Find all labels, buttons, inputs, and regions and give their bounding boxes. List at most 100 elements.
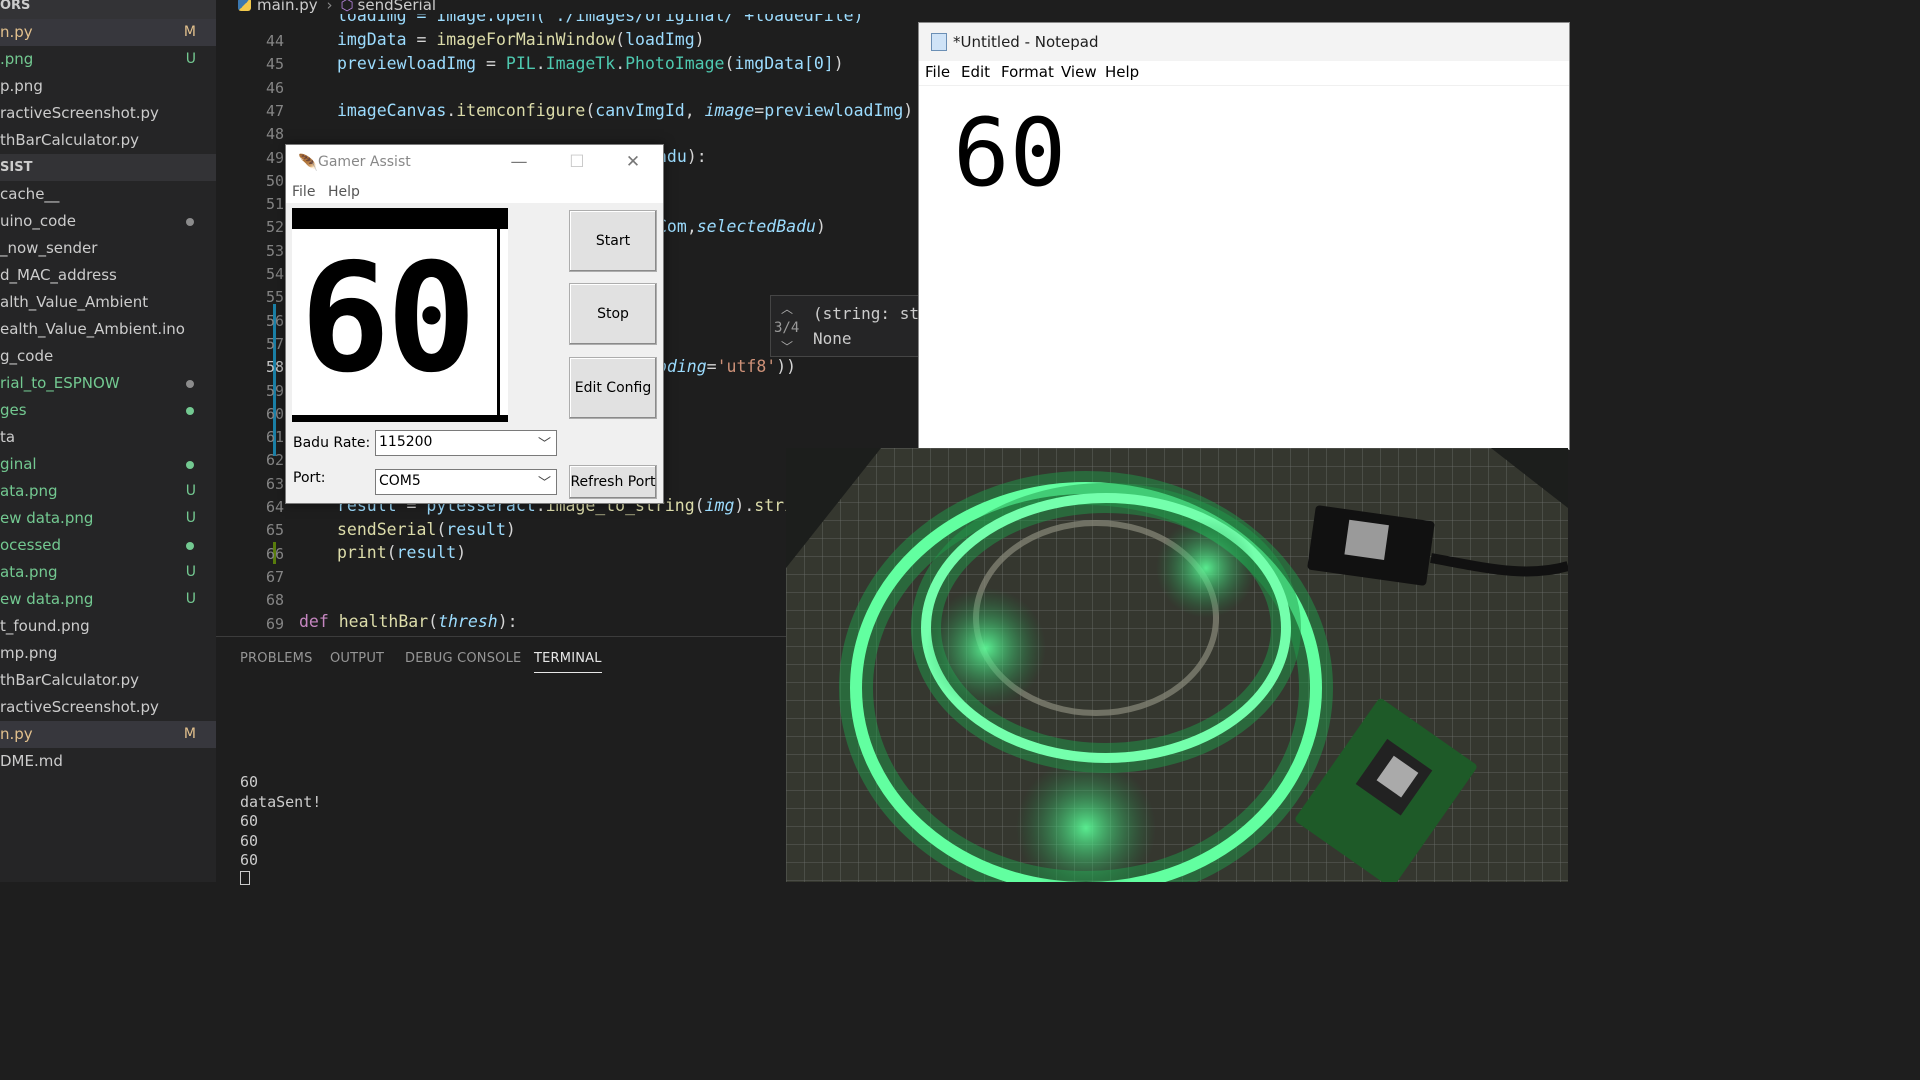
chevron-down-icon[interactable]: ﹀ [781, 338, 793, 355]
gamer-assist-title-bar[interactable]: 🪶 Gamer Assist — ☐ ✕ [286, 145, 663, 179]
method-symbol-icon: ⬡ [340, 0, 354, 14]
explorer-item[interactable]: mp.png [0, 640, 216, 667]
explorer-item[interactable]: n.py M [0, 721, 216, 748]
explorer-item[interactable]: ractiveScreenshot.py [0, 100, 216, 127]
explorer-item[interactable]: thBarCalculator.py [0, 127, 216, 154]
breadcrumb[interactable]: main.py › ⬡ sendSerial [238, 0, 436, 14]
close-icon[interactable]: ✕ [618, 151, 648, 173]
gamer-menu-help[interactable]: Help [328, 184, 360, 200]
explorer-section-header[interactable]: SIST [0, 154, 216, 181]
terminal-line: 60 [240, 851, 259, 869]
chevron-up-icon[interactable]: ︿ [781, 300, 793, 317]
explorer-item-label: p.png [0, 77, 43, 95]
notepad-menu-help[interactable]: Help [1105, 63, 1139, 81]
notepad-menu-edit[interactable]: Edit [961, 63, 990, 81]
explorer-item[interactable]: cache__ [0, 181, 216, 208]
explorer-item[interactable]: ginal [0, 451, 216, 478]
notepad-menu-file[interactable]: File [925, 63, 950, 81]
explorer-item-label: rial_to_ESPNOW [0, 374, 120, 392]
chevron-down-icon[interactable]: ﹀ [538, 472, 551, 491]
explorer-item[interactable]: ata.png U [0, 478, 216, 505]
notepad-menu-view[interactable]: View [1061, 63, 1097, 81]
explorer-item-label: t_found.png [0, 617, 90, 635]
explorer-item[interactable]: _now_sender [0, 235, 216, 262]
git-status-badge: U [185, 564, 196, 580]
capture-preview-canvas: 60 [292, 208, 508, 422]
line-number: 47 [265, 101, 284, 120]
terminal-line: 60 [240, 812, 259, 830]
line-number: 62 [265, 451, 284, 470]
explorer-item[interactable]: p.png [0, 73, 216, 100]
tab-debug-console[interactable]: DEBUG CONSOLE [405, 651, 521, 666]
gamer-menu-file[interactable]: File [292, 184, 315, 200]
explorer-item[interactable]: ata.png U [0, 559, 216, 586]
notepad-title-bar[interactable]: *Untitled - Notepad [919, 23, 1569, 61]
edit-config-button[interactable]: Edit Config [569, 357, 657, 419]
explorer-item[interactable]: t_found.png [0, 613, 216, 640]
gamer-assist-window[interactable]: 🪶 Gamer Assist — ☐ ✕ File Help 60 Start … [285, 144, 664, 504]
line-number: 54 [265, 265, 284, 283]
git-status-badge: U [185, 51, 196, 67]
notepad-text-area[interactable]: 60 [953, 99, 1066, 208]
chevron-down-icon[interactable]: ﹀ [538, 433, 551, 452]
maximize-icon[interactable]: ☐ [562, 151, 592, 173]
port-select[interactable]: COM5 ﹀ [375, 469, 557, 495]
explorer-item[interactable]: uino_code [0, 208, 216, 235]
explorer-item[interactable]: ractiveScreenshot.py [0, 694, 216, 721]
explorer-item[interactable]: ocessed [0, 532, 216, 559]
breadcrumb-symbol[interactable]: sendSerial [358, 0, 437, 14]
explorer-item[interactable]: d_MAC_address [0, 262, 216, 289]
explorer-item[interactable]: DME.md [0, 748, 216, 775]
notepad-menu-format[interactable]: Format [1001, 63, 1054, 81]
git-status-badge: M [183, 24, 196, 40]
explorer-item[interactable]: ta [0, 424, 216, 451]
explorer-item-label: d_MAC_address [0, 266, 117, 284]
explorer-item-label: uino_code [0, 212, 77, 230]
stop-button[interactable]: Stop [569, 283, 657, 345]
breadcrumb-file[interactable]: main.py [257, 0, 318, 14]
explorer-item[interactable]: ew data.png U [0, 505, 216, 532]
explorer-item-label: n.py [0, 725, 33, 743]
explorer-item-label: DME.md [0, 752, 63, 770]
line-number: 52 [265, 218, 284, 237]
start-button[interactable]: Start [569, 210, 657, 272]
code-line-69: def healthBar(thresh): [299, 612, 518, 631]
explorer-item[interactable]: g_code [0, 343, 216, 370]
explorer-item[interactable]: thBarCalculator.py [0, 667, 216, 694]
explorer-item-label: mp.png [0, 644, 58, 662]
code-line-45: previewloadImg = PIL.ImageTk.PhotoImage(… [337, 54, 844, 73]
explorer-item-label: ealth_Value_Ambient.ino [0, 320, 185, 338]
git-status-badge: U [185, 591, 196, 607]
refresh-port-button[interactable]: Refresh Port [569, 465, 657, 499]
baud-rate-label: Badu Rate: [293, 435, 371, 451]
git-status-dot-icon [186, 380, 194, 388]
port-value: COM5 [379, 473, 421, 489]
code-line-43: loadImg = Image.open('./images/original/… [337, 14, 864, 25]
notepad-window[interactable]: *Untitled - Notepad File Edit Format Vie… [918, 22, 1570, 450]
explorer-item-label: ocessed [0, 536, 62, 554]
tab-output[interactable]: OUTPUT [330, 651, 384, 666]
code-line-47: imageCanvas.itemconfigure(canvImgId, ima… [337, 101, 914, 120]
baud-rate-select[interactable]: 115200 ﹀ [375, 430, 557, 456]
explorer-item[interactable]: ealth_Value_Ambient.ino [0, 316, 216, 343]
tab-terminal[interactable]: TERMINAL [534, 651, 602, 673]
gamer-assist-menubar: File Help [286, 179, 663, 203]
gamer-assist-title: Gamer Assist [318, 154, 411, 170]
parameter-hint-popup[interactable]: ︿ 3/4 ﹀ (string: st None [770, 295, 920, 357]
line-number: 69 [265, 614, 284, 633]
explorer-item[interactable]: n.py M [0, 19, 216, 46]
hint-value: None [813, 329, 852, 348]
explorer-item[interactable]: rial_to_ESPNOW [0, 370, 216, 397]
tk-feather-icon: 🪶 [298, 153, 318, 172]
tab-problems[interactable]: PROBLEMS [240, 651, 313, 666]
explorer-item-label: thBarCalculator.py [0, 671, 139, 689]
line-number: 53 [265, 241, 284, 260]
minimize-icon[interactable]: — [504, 151, 534, 173]
explorer-item[interactable]: alth_Value_Ambient [0, 289, 216, 316]
explorer-item[interactable]: ew data.png U [0, 586, 216, 613]
line-number: 44 [265, 32, 284, 50]
git-status-badge: U [185, 510, 196, 526]
explorer-item[interactable]: ges [0, 397, 216, 424]
explorer-item[interactable]: .png U [0, 46, 216, 73]
explorer-section-header[interactable]: ORS [0, 0, 216, 19]
